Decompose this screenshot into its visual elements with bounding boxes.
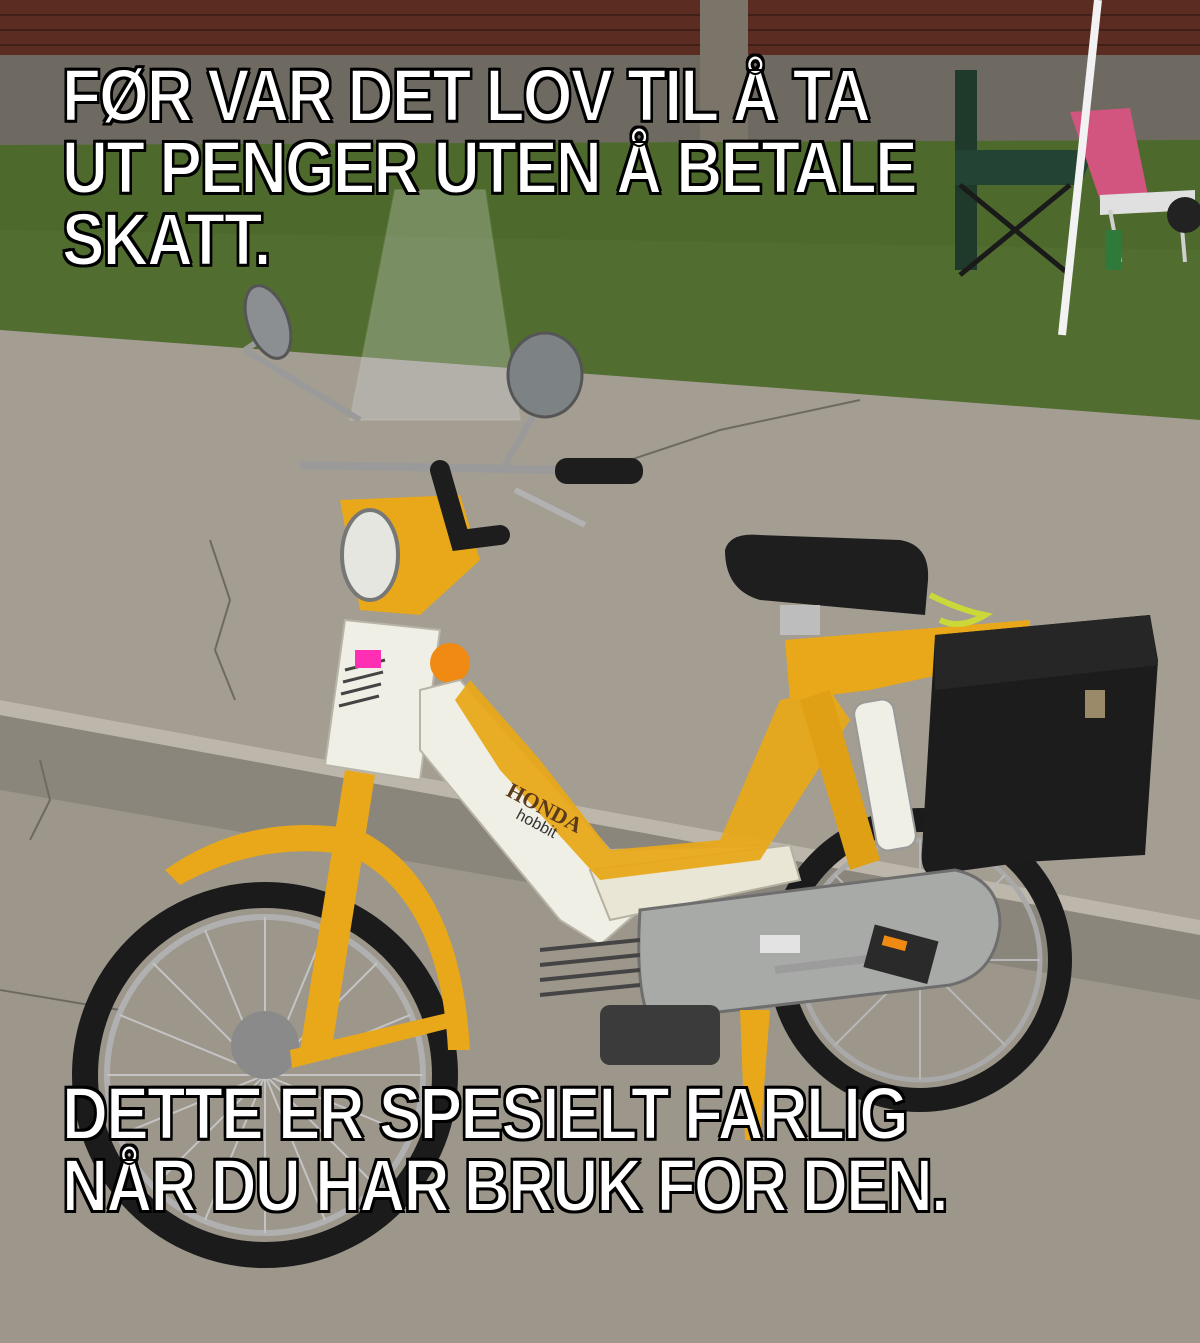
top-caption-line-1: FØR VAR DET LOV TIL Å TA [61,54,872,137]
top-caption-line-3: SKATT. [61,198,272,281]
bottom-caption-line-1: DETTE ER SPESIELT FARLIG [61,1072,909,1155]
price-tag [355,650,381,668]
bottom-caption-line-2: NÅR DU HAR BRUK FOR DEN. [61,1144,949,1227]
turn-signal [430,643,470,683]
meme-canvas: HONDA hobbit FØR VAR DET LOV TIL Å TA UT… [0,0,1200,1343]
top-caption: FØR VAR DET LOV TIL Å TA UT PENGER UTEN … [61,54,918,281]
seat-post [780,605,820,635]
top-caption-line-2: UT PENGER UTEN Å BETALE [61,126,918,209]
saddlebag [921,615,1158,875]
headlight-lens [340,508,400,602]
bottom-caption: DETTE ER SPESIELT FARLIG NÅR DU HAR BRUK… [61,1072,949,1227]
